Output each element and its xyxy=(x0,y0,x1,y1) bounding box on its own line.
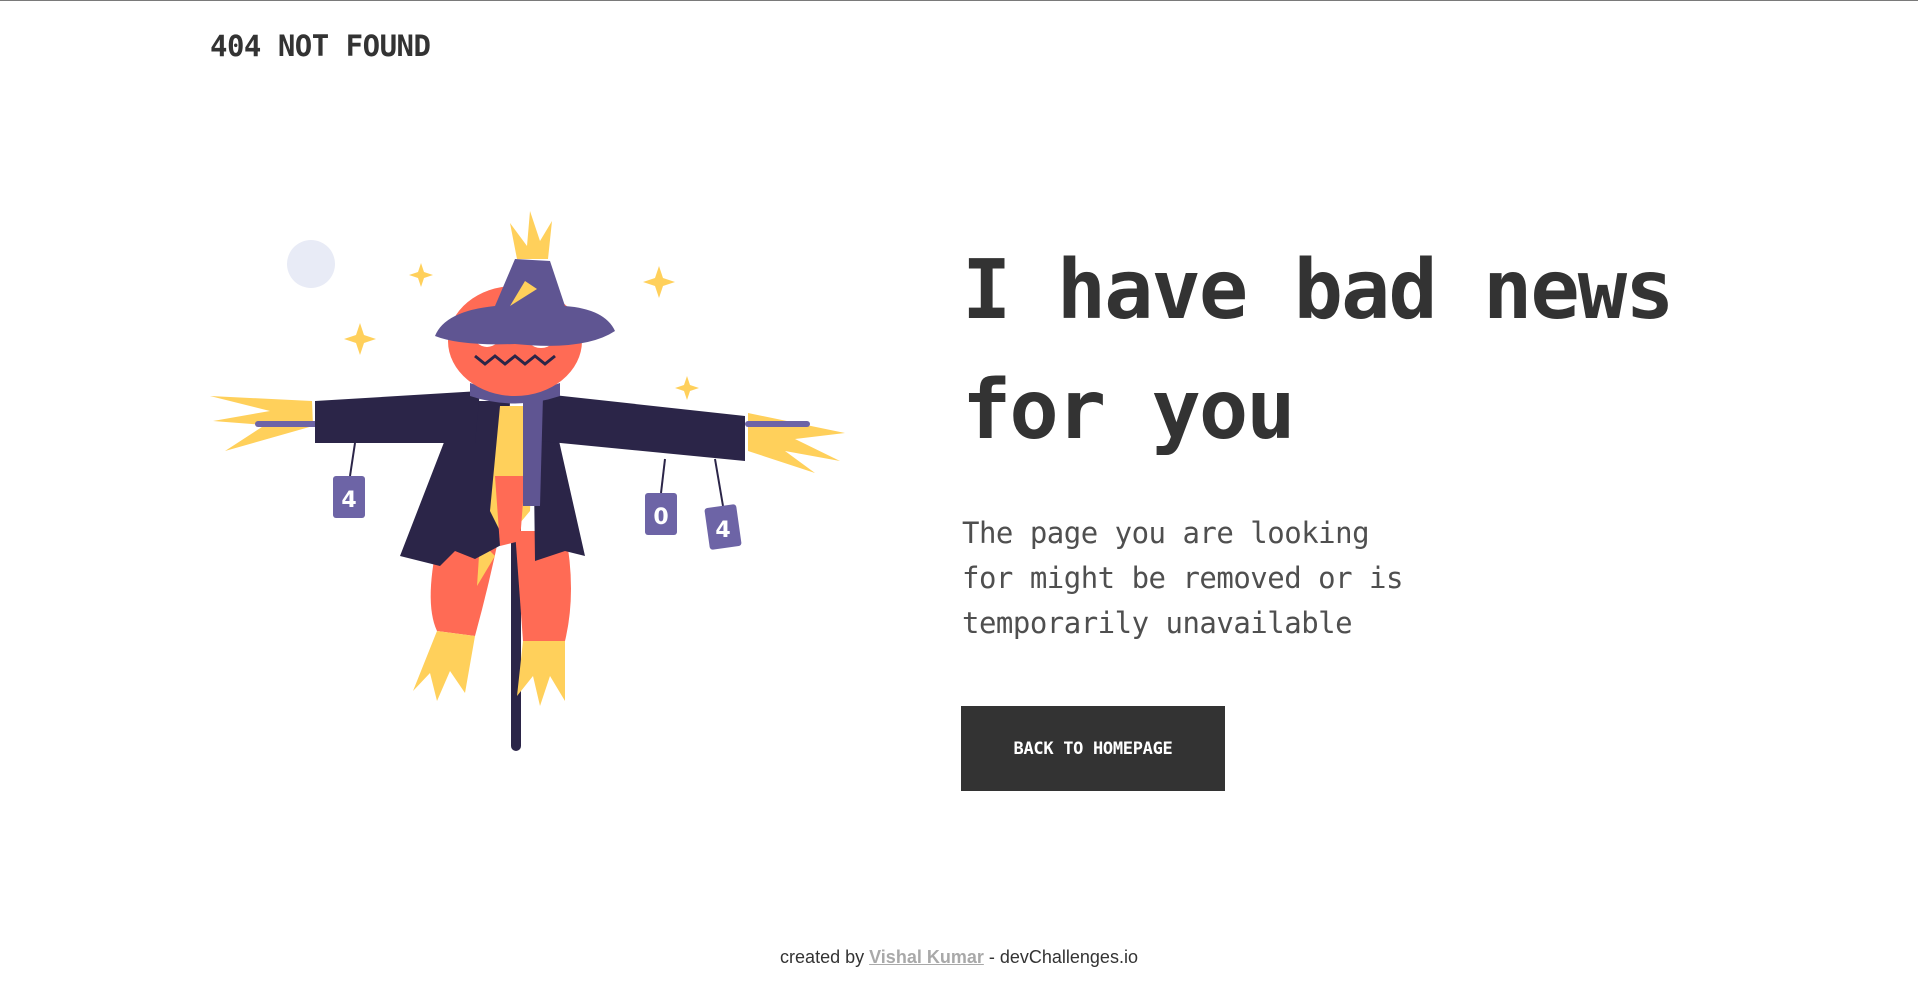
footer: created by Vishal Kumar - devChallenges.… xyxy=(0,947,1918,968)
scarecrow-illustration: 4 0 4 xyxy=(210,211,845,751)
site-logo[interactable]: 404 NOT FOUND xyxy=(210,29,431,63)
author-link[interactable]: Vishal Kumar xyxy=(869,947,984,967)
can-right: 4 xyxy=(704,504,742,550)
hat xyxy=(435,259,615,346)
message-line-3: temporarily unavailable xyxy=(962,606,1353,640)
right-sleeve xyxy=(535,393,745,461)
message-line-2: for might be removed or is xyxy=(962,561,1403,595)
left-sleeve xyxy=(315,391,480,443)
svg-text:0: 0 xyxy=(653,505,668,530)
moon-icon xyxy=(287,240,335,288)
page-heading: I have bad news for you xyxy=(962,231,1762,471)
message-line-1: The page you are looking xyxy=(962,516,1370,550)
can-left: 4 xyxy=(333,476,365,518)
svg-text:4: 4 xyxy=(715,518,730,543)
footer-prefix: created by xyxy=(780,947,865,967)
heading-line-2: for you xyxy=(962,363,1296,458)
error-message: The page you are looking for might be re… xyxy=(962,511,1482,646)
heading-line-1: I have bad news xyxy=(962,243,1675,338)
footer-suffix: - devChallenges.io xyxy=(988,947,1138,967)
back-to-homepage-button[interactable]: BACK TO HOMEPAGE xyxy=(961,706,1225,791)
can-middle: 0 xyxy=(645,493,677,535)
svg-text:4: 4 xyxy=(341,488,356,513)
